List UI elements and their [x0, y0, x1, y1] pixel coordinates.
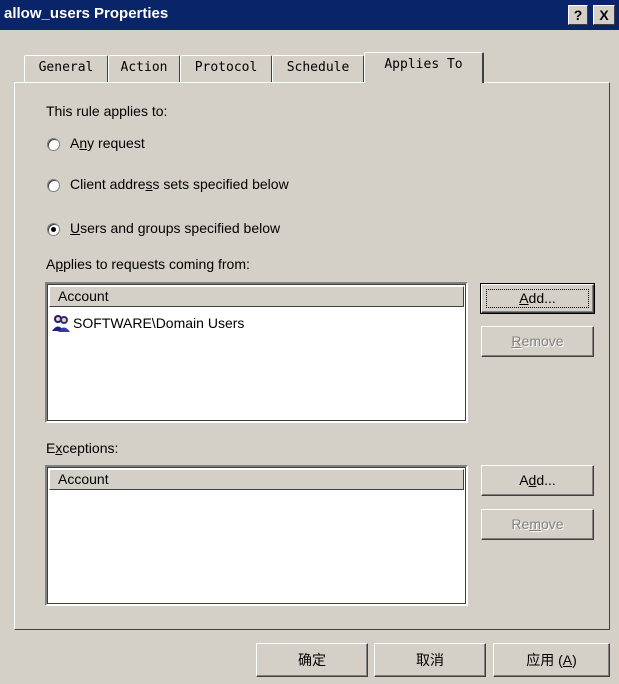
add-request-account-button[interactable]: Add... — [480, 283, 595, 314]
help-button[interactable]: ? — [568, 5, 588, 25]
requests-account-list[interactable]: Account SOFTWARE\Domain Users — [45, 282, 468, 423]
exceptions-account-list[interactable]: Account — [45, 465, 468, 606]
radio-indicator[interactable] — [47, 138, 60, 151]
remove-request-account-button[interactable]: Remove — [481, 326, 594, 357]
close-icon: X — [599, 7, 609, 23]
remove-exception-button[interactable]: Remove — [481, 509, 594, 540]
help-icon: ? — [573, 7, 583, 23]
window-title: allow_users Properties — [4, 5, 169, 22]
cancel-button[interactable]: 取消 — [374, 643, 486, 677]
tab-protocol[interactable]: Protocol — [180, 55, 272, 82]
list-item[interactable]: SOFTWARE\Domain Users — [51, 312, 244, 334]
requests-label: Applies to requests coming from: — [46, 256, 250, 272]
ok-button[interactable]: 确定 — [256, 643, 368, 677]
tab-schedule[interactable]: Schedule — [272, 55, 364, 82]
account-column-header[interactable]: Account — [49, 286, 464, 307]
radio-selected-dot — [51, 227, 56, 232]
users-group-icon — [52, 315, 70, 332]
tab-action[interactable]: Action — [108, 55, 180, 82]
account-name: SOFTWARE\Domain Users — [73, 315, 245, 331]
radio-indicator[interactable] — [47, 179, 60, 192]
applies-to-label: This rule applies to: — [46, 103, 168, 119]
tab-general[interactable]: General — [24, 55, 108, 82]
close-button[interactable]: X — [593, 5, 615, 25]
apply-button[interactable]: 应用 (A) — [493, 643, 610, 677]
add-exception-button[interactable]: Add... — [481, 465, 594, 496]
radio-indicator-selected[interactable] — [47, 223, 60, 236]
focus-rectangle — [486, 289, 589, 308]
exceptions-label: Exceptions: — [46, 440, 119, 456]
tab-applies-to[interactable]: Applies To — [364, 52, 484, 83]
account-column-header[interactable]: Account — [49, 469, 464, 490]
